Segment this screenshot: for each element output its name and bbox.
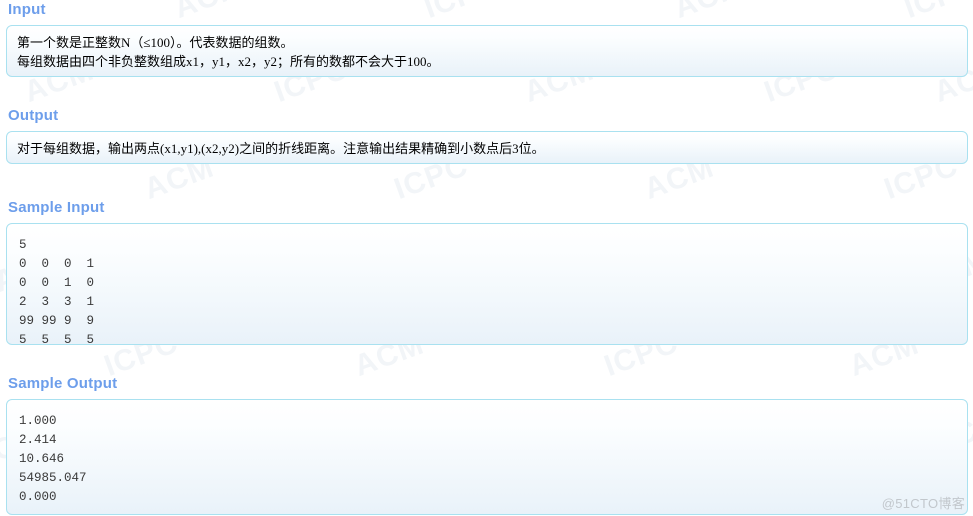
problem-statement-page: Input 第一个数是正整数N（≤100）。代表数据的组数。 每组数据由四个非负… (0, 0, 973, 516)
sample-input-panel: 5 0 0 0 1 0 0 1 0 2 3 3 1 99 99 9 9 5 5 … (6, 223, 968, 345)
input-line-2: 每组数据由四个非负整数组成x1，y1，x2，y2；所有的数都不会大于100。 (17, 54, 440, 69)
section-heading-output: Output (8, 107, 59, 124)
output-panel-body: 对于每组数据，输出两点(x1,y1),(x2,y2)之间的折线距离。注意输出结果… (7, 132, 967, 163)
input-panel-body: 第一个数是正整数N（≤100）。代表数据的组数。 每组数据由四个非负整数组成x1… (7, 26, 967, 76)
section-sample-input: Sample Input 5 0 0 0 1 0 0 1 0 2 3 3 1 9… (0, 198, 973, 345)
site-watermark: @51CTO博客 (881, 496, 965, 511)
sample-input-text: 5 0 0 0 1 0 0 1 0 2 3 3 1 99 99 9 9 5 5 … (19, 238, 95, 345)
section-output: Output 对于每组数据，输出两点(x1,y1),(x2,y2)之间的折线距离… (0, 106, 973, 164)
section-sample-output: Sample Output 1.000 2.414 10.646 54985.0… (0, 374, 973, 515)
section-heading-sample-input: Sample Input (8, 199, 105, 216)
sample-output-panel: 1.000 2.414 10.646 54985.047 0.000 (6, 399, 968, 515)
output-line-1: 对于每组数据，输出两点(x1,y1),(x2,y2)之间的折线距离。注意输出结果… (17, 141, 545, 156)
input-panel: 第一个数是正整数N（≤100）。代表数据的组数。 每组数据由四个非负整数组成x1… (6, 25, 968, 77)
output-panel: 对于每组数据，输出两点(x1,y1),(x2,y2)之间的折线距离。注意输出结果… (6, 131, 968, 164)
sample-output-text: 1.000 2.414 10.646 54985.047 0.000 (19, 414, 87, 504)
input-line-1: 第一个数是正整数N（≤100）。代表数据的组数。 (17, 35, 294, 50)
section-heading-sample-output: Sample Output (8, 375, 118, 392)
section-input: Input 第一个数是正整数N（≤100）。代表数据的组数。 每组数据由四个非负… (0, 0, 973, 77)
section-heading-input: Input (8, 1, 46, 18)
